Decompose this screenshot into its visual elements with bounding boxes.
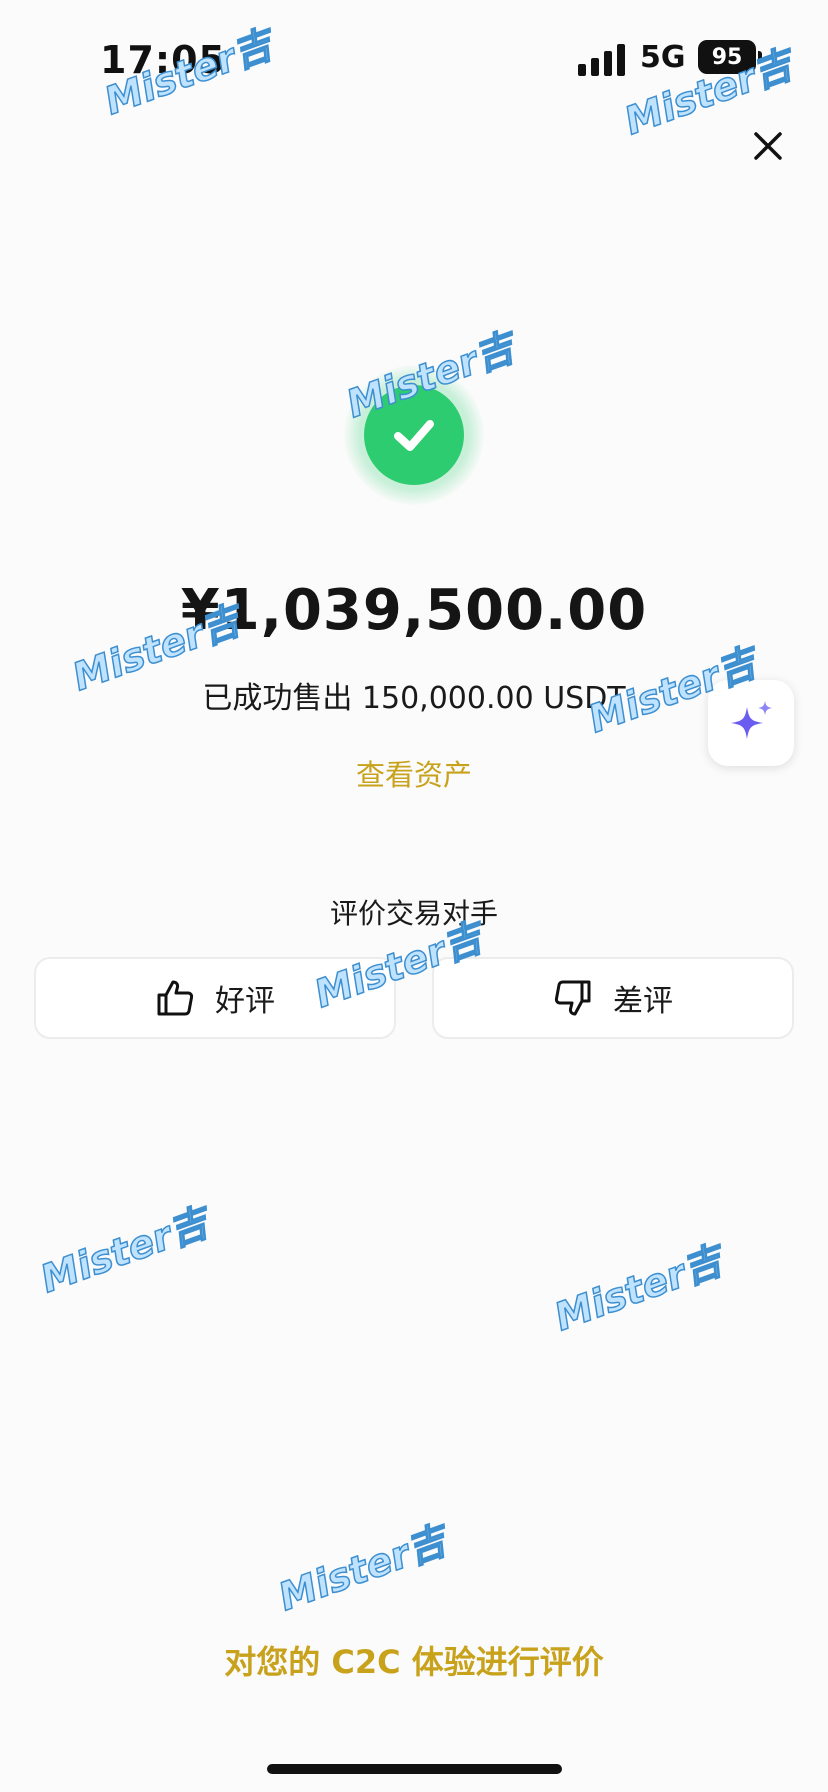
close-icon xyxy=(754,132,782,160)
battery-level: 95 xyxy=(711,44,743,70)
bad-rating-button[interactable]: 差评 xyxy=(432,957,794,1039)
status-time: 17:05 xyxy=(100,38,226,82)
close-button[interactable] xyxy=(744,122,792,170)
battery-icon: 95 xyxy=(698,40,756,74)
watermark: Mister吉 xyxy=(548,1238,728,1340)
thumbs-down-icon xyxy=(554,980,591,1016)
battery-tip xyxy=(758,51,762,63)
good-rating-label: 好评 xyxy=(215,984,275,1019)
home-indicator[interactable] xyxy=(267,1764,562,1774)
cellular-signal-icon xyxy=(578,44,626,76)
watermark: Mister吉 xyxy=(34,1200,214,1302)
sold-summary: 已成功售出 150,000.00 USDT xyxy=(202,681,626,716)
success-check-icon xyxy=(364,385,464,485)
ai-assistant-button[interactable] xyxy=(708,680,794,766)
rate-counterparty-title: 评价交易对手 xyxy=(329,897,498,930)
view-assets-link[interactable]: 查看资产 xyxy=(0,752,828,794)
sparkle-icon xyxy=(731,701,772,739)
bad-rating-label: 差评 xyxy=(613,984,673,1019)
network-type: 5G xyxy=(640,40,686,75)
thumbs-up-icon xyxy=(157,980,194,1016)
good-rating-button[interactable]: 好评 xyxy=(34,957,396,1039)
c2c-feedback-link[interactable]: 对您的 C2C 体验进行评价 xyxy=(0,1637,828,1683)
success-indicator xyxy=(344,365,484,505)
received-amount: ¥1,039,500.00 xyxy=(180,578,648,643)
watermark: Mister吉 xyxy=(272,1518,452,1620)
